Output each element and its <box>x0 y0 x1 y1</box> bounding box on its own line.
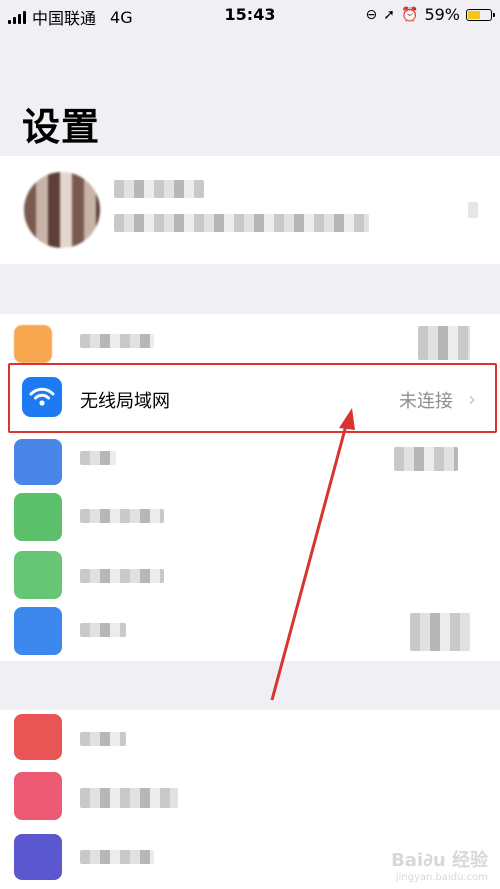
row-label-redacted <box>80 850 154 864</box>
settings-row-redacted[interactable] <box>0 768 500 826</box>
rotation-lock-icon: ⊖ <box>365 6 378 23</box>
row-label-redacted <box>80 451 116 465</box>
row-value-redacted <box>410 613 470 651</box>
annotation-highlight-box <box>8 363 497 433</box>
row-value-redacted <box>418 326 470 360</box>
location-icon: ➚ <box>383 6 395 23</box>
row-label-redacted <box>80 623 126 637</box>
battery-icon <box>466 8 495 21</box>
apple-id-profile-row[interactable] <box>0 156 500 264</box>
settings-row-redacted[interactable] <box>0 710 500 768</box>
profile-subtitle-redacted <box>114 214 369 232</box>
watermark: Bai∂u 经验 jingyan.baidu.com <box>391 846 488 883</box>
settings-row-redacted[interactable] <box>0 549 500 607</box>
settings-row-redacted[interactable] <box>0 491 500 549</box>
row-value-redacted <box>394 447 458 471</box>
app-icon-redacted <box>14 607 62 655</box>
watermark-sub: jingyan.baidu.com <box>395 872 488 883</box>
row-label-redacted <box>80 334 154 348</box>
app-icon-redacted <box>14 834 62 880</box>
app-icon-redacted <box>14 493 62 541</box>
row-label-redacted <box>80 788 178 808</box>
app-icon-redacted <box>14 439 62 485</box>
app-icon-redacted <box>14 714 62 760</box>
avatar <box>24 172 100 248</box>
app-icon-redacted <box>14 772 62 820</box>
app-icon-redacted <box>14 551 62 599</box>
row-label-redacted <box>80 732 126 746</box>
profile-name-redacted <box>114 180 204 198</box>
row-label-redacted <box>80 569 164 583</box>
chevron-right-icon <box>468 202 478 218</box>
alarm-icon: ⏰ <box>401 6 419 23</box>
watermark-text: Bai∂u 经验 <box>391 850 488 871</box>
battery-percent: 59% <box>424 5 460 24</box>
row-label-redacted <box>80 509 164 523</box>
settings-row-redacted[interactable] <box>0 603 500 661</box>
page-title: 设置 <box>22 105 101 149</box>
app-icon-redacted <box>14 325 52 363</box>
settings-row-redacted[interactable] <box>0 433 500 491</box>
status-bar: 中国联通 4G 15:43 ⊖ ➚ ⏰ 59% <box>0 0 500 30</box>
